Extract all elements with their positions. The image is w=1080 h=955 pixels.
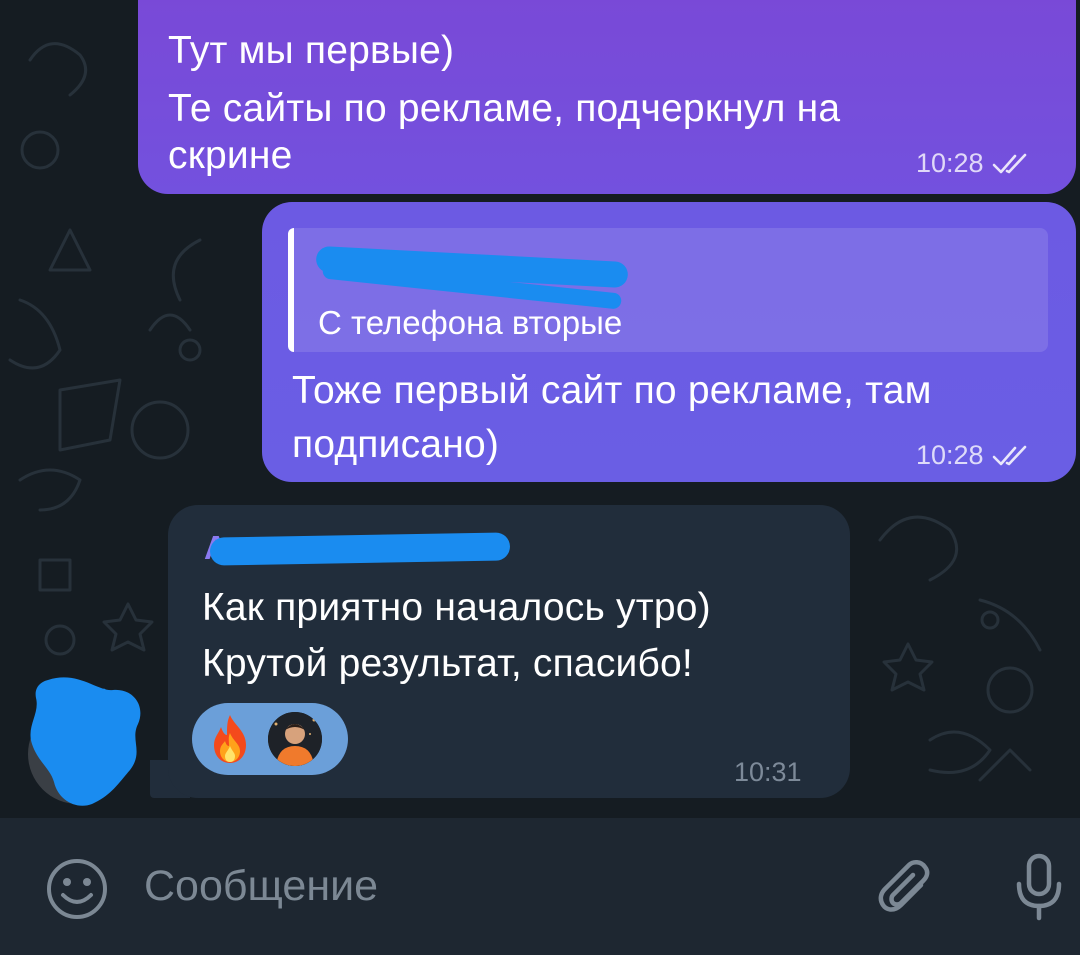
message-time: 10:31 [734, 757, 802, 787]
message-composer: Сообщение [0, 818, 1080, 955]
outgoing-message-reply[interactable]: ААААААААны С телефона вторые Тоже первый… [262, 202, 1076, 482]
message-time: 10:28 [916, 148, 984, 178]
reactor-avatar [268, 712, 322, 766]
redaction-mark [209, 532, 511, 566]
message-text-line: Тоже первый сайт по рекламе, там [292, 369, 932, 412]
emoji-icon[interactable] [44, 856, 110, 922]
reply-text: С телефона вторые [318, 304, 623, 341]
chat-area[interactable]: Тут мы первые) Те сайты по рекламе, подч… [0, 0, 1080, 818]
paperclip-icon[interactable] [872, 856, 942, 926]
message-meta: 10:31 [734, 757, 802, 788]
message-meta: 10:28 [916, 440, 1030, 471]
reply-accent-bar [288, 228, 294, 352]
message-text-line: подписано) [292, 423, 500, 466]
message-text-line: Крутой результат, спасибо! [202, 642, 693, 685]
incoming-message[interactable]: А Как приятно началось утро) Крутой резу… [168, 505, 850, 798]
message-input[interactable]: Сообщение [144, 862, 378, 911]
double-check-icon [992, 445, 1026, 465]
double-check-icon [992, 153, 1026, 173]
sender-avatar[interactable] [18, 672, 148, 807]
message-meta: 10:28 [916, 148, 1030, 179]
reaction-pill[interactable] [192, 703, 348, 775]
message-text-line: Как приятно началось утро) [202, 586, 711, 629]
reply-preview[interactable]: ААААААААны С телефона вторые [288, 228, 1048, 352]
fire-icon [202, 711, 258, 767]
outgoing-message[interactable]: Тут мы первые) Те сайты по рекламе, подч… [138, 0, 1076, 194]
message-time: 10:28 [916, 440, 984, 470]
microphone-icon[interactable] [1004, 850, 1074, 926]
message-text-line: Тут мы первые) [168, 29, 455, 72]
message-text-line: скрине [168, 134, 293, 177]
